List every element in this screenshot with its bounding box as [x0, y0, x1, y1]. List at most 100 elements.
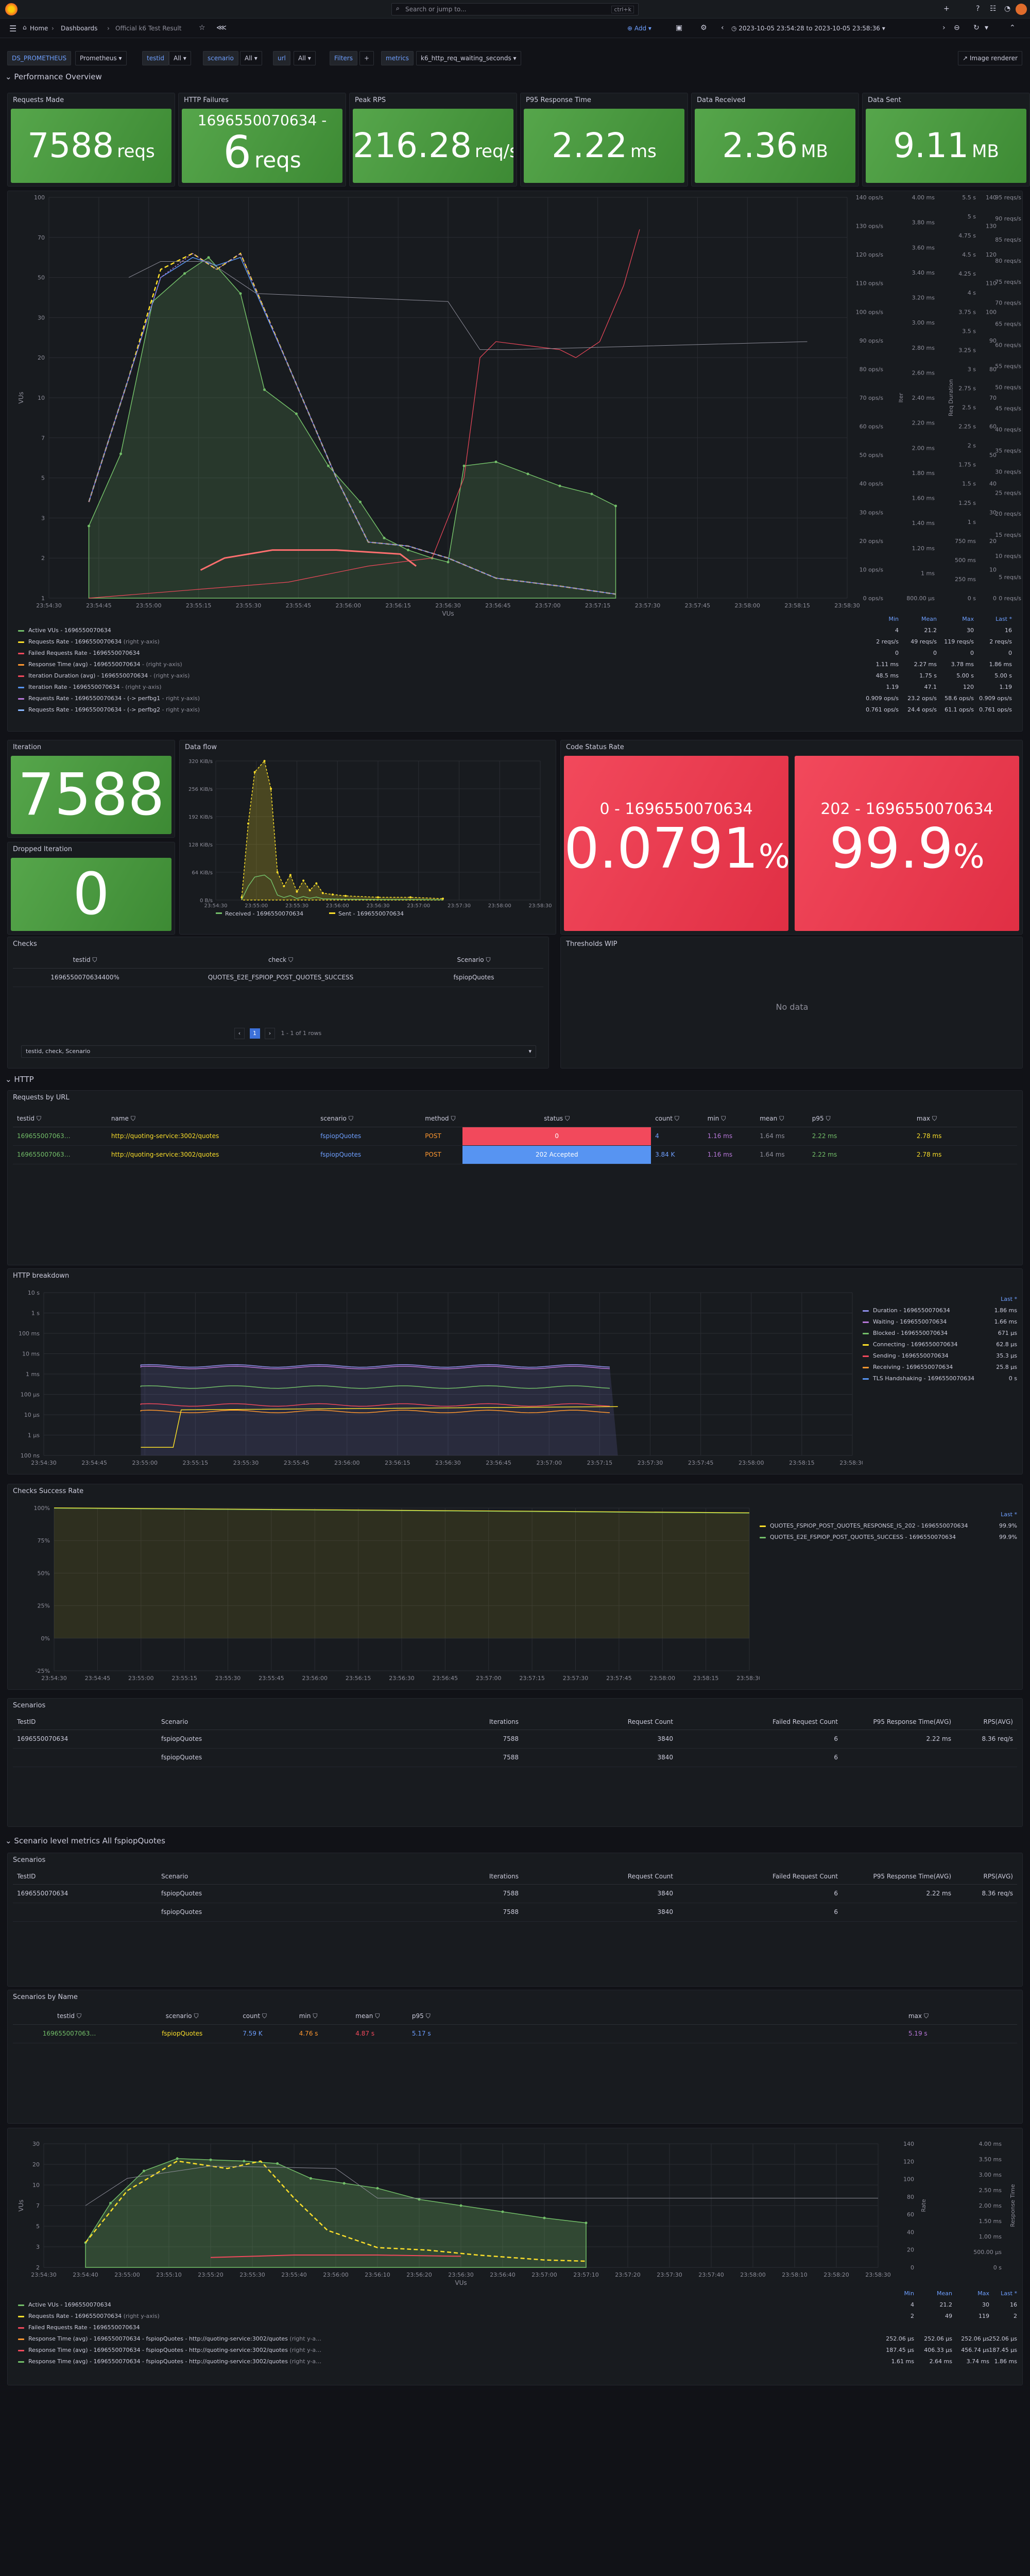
legend-column-header[interactable]: Min — [878, 614, 899, 625]
filter-icon[interactable]: ⛉ — [486, 956, 490, 963]
filter-icon[interactable]: ⛉ — [779, 1115, 784, 1122]
column-header[interactable]: Failed Request Count — [677, 1714, 842, 1730]
time-range-picker[interactable]: ◷ 2023-10-05 23:54:28 to 2023-10-05 23:5… — [731, 23, 885, 34]
column-header[interactable]: max ⛉ — [904, 2009, 1017, 2025]
prev-page-icon[interactable]: ‹ — [234, 1028, 245, 1039]
legend-item[interactable]: Requests Rate - 1696550070634 (right y-a… — [18, 636, 1017, 648]
legend-item[interactable]: Iteration Duration (avg) - 1696550070634… — [18, 670, 1017, 682]
legend-header[interactable]: Last * — [863, 1294, 1017, 1305]
legend-item[interactable]: Blocked - 1696550070634 671 µs — [863, 1328, 1017, 1339]
legend-item[interactable]: Response Time (avg) - 1696550070634 - (r… — [18, 659, 1017, 670]
filter-icon[interactable]: ⛉ — [77, 2012, 81, 2020]
legend-item[interactable]: Requests Rate - 1696550070634 - (-> perf… — [18, 704, 1017, 716]
filter-icon[interactable]: ⛉ — [375, 2012, 380, 2020]
scenario-select[interactable]: All ▾ — [240, 51, 262, 65]
column-header[interactable]: name ⛉ — [107, 1111, 317, 1127]
help-icon[interactable]: ? — [976, 5, 980, 13]
column-header[interactable]: scenario ⛉ — [126, 2009, 239, 2025]
gear-icon[interactable]: ⚙ — [700, 24, 707, 32]
add-button[interactable]: ⊕ Add ▾ — [623, 23, 656, 34]
column-header[interactable]: Iterations — [404, 1714, 523, 1730]
row-scenario-metrics[interactable]: ⌄ Scenario level metrics All fspiopQuote… — [5, 1836, 165, 1845]
grafana-logo[interactable] — [5, 3, 18, 15]
column-header[interactable]: p95 ⛉ — [407, 2009, 904, 2025]
filter-icon[interactable]: ⛉ — [826, 1115, 831, 1122]
filter-icon[interactable]: ⛉ — [131, 1115, 135, 1122]
legend-item[interactable]: Iteration Rate - 1696550070634 - (right … — [18, 682, 1017, 693]
news-icon[interactable]: ☷ — [990, 5, 997, 13]
legend-item[interactable]: Response Time (avg) - 1696550070634 - fs… — [18, 2333, 1017, 2345]
search-box[interactable]: ⌕ Search or jump to... ctrl+k — [391, 3, 639, 15]
filter-icon[interactable]: ⛉ — [92, 956, 97, 963]
legend-item[interactable]: Receiving - 1696550070634 25.8 µs — [863, 1362, 1017, 1373]
filter-icon[interactable]: ⛉ — [262, 2012, 267, 2020]
column-header[interactable]: status ⛉ — [462, 1111, 651, 1127]
legend-item[interactable]: Failed Requests Rate - 1696550070634 0 0 0 0 — [18, 648, 1017, 659]
column-header[interactable]: testid ⛉ — [13, 2009, 126, 2025]
filter-icon[interactable]: ⛉ — [721, 1115, 726, 1122]
column-header[interactable]: mean ⛉ — [756, 1111, 808, 1127]
filter-icon[interactable]: ⛉ — [426, 2012, 431, 2020]
legend-column-header[interactable]: Last * — [997, 2288, 1017, 2299]
table-cell[interactable]: 169655007063… — [13, 1127, 107, 1146]
column-header[interactable]: min ⛉ — [703, 1111, 756, 1127]
column-header[interactable]: testid ⛉ — [13, 1111, 107, 1127]
legend-item[interactable]: Connecting - 1696550070634 62.8 µs — [863, 1339, 1017, 1350]
menu-icon[interactable]: ☰ — [9, 24, 16, 33]
legend-item[interactable]: Requests Rate - 1696550070634 - (-> perf… — [18, 693, 1017, 704]
filter-icon[interactable]: ⛉ — [288, 956, 293, 963]
zoom-out-icon[interactable]: ⊖ — [954, 24, 960, 32]
save-icon[interactable]: ▣ — [676, 24, 682, 32]
filter-icon[interactable]: ⛉ — [194, 2012, 199, 2020]
column-header[interactable]: RPS(AVG) — [955, 1714, 1017, 1730]
filter-icon[interactable]: ⛉ — [313, 2012, 317, 2020]
legend-column-header[interactable]: Max — [953, 614, 974, 625]
refresh-icon[interactable]: ↻ — [973, 24, 980, 32]
breadcrumb-dashboards[interactable]: Dashboards — [61, 25, 97, 32]
time-forward-icon[interactable]: › — [942, 24, 946, 32]
next-page-icon[interactable]: › — [265, 1028, 275, 1039]
column-header[interactable]: method ⛉ — [421, 1111, 463, 1127]
column-header[interactable]: scenario ⛉ — [316, 1111, 421, 1127]
row-performance-overview[interactable]: ⌄ Performance Overview — [5, 72, 102, 81]
legend-column-header[interactable]: Last * — [991, 614, 1012, 625]
column-header[interactable]: Request Count — [523, 1869, 677, 1885]
legend-column-header[interactable]: Max — [969, 2288, 989, 2299]
table-cell[interactable]: 169655007063… — [13, 1145, 107, 1164]
column-header[interactable]: mean ⛉ — [351, 2009, 408, 2025]
column-header[interactable]: Iterations — [404, 1869, 523, 1885]
column-header[interactable]: RPS(AVG) — [955, 1869, 1017, 1885]
bell-icon[interactable]: ◔ — [1004, 5, 1010, 13]
testid-select[interactable]: All ▾ — [169, 51, 191, 65]
column-header[interactable]: Failed Request Count — [677, 1869, 842, 1885]
column-header[interactable]: TestID — [13, 1869, 157, 1885]
column-header[interactable]: Request Count — [523, 1714, 677, 1730]
legend-item[interactable]: Active VUs - 1696550070634 4 21.2 30 16 — [18, 2299, 1017, 2311]
filter-icon[interactable]: ⛉ — [932, 1115, 937, 1122]
filter-icon[interactable]: ⛉ — [451, 1115, 456, 1122]
legend-item[interactable]: Failed Requests Rate - 1696550070634 — [18, 2322, 1017, 2333]
metrics-select[interactable]: k6_http_req_waiting_seconds ▾ — [416, 51, 521, 65]
column-header[interactable]: min ⛉ — [295, 2009, 352, 2025]
legend-item[interactable]: Requests Rate - 1696550070634 (right y-a… — [18, 2311, 1017, 2322]
column-header[interactable]: Scenario — [157, 1869, 404, 1885]
legend-item[interactable]: Duration - 1696550070634 1.86 ms — [863, 1305, 1017, 1316]
legend-header[interactable]: Last * — [760, 1509, 1017, 1520]
legend-item[interactable]: Response Time (avg) - 1696550070634 - fs… — [18, 2356, 1017, 2367]
datasource-select[interactable]: Prometheus ▾ — [75, 51, 127, 65]
row-http[interactable]: ⌄ HTTP — [5, 1075, 34, 1084]
legend-item[interactable]: Response Time (avg) - 1696550070634 - fs… — [18, 2345, 1017, 2356]
column-header[interactable]: count ⛉ — [651, 1111, 703, 1127]
column-header[interactable]: count ⛉ — [238, 2009, 295, 2025]
add-filter-button[interactable]: + — [359, 51, 374, 65]
filter-icon[interactable]: ⛉ — [675, 1115, 679, 1122]
column-header[interactable]: P95 Response Time(AVG) — [842, 1869, 955, 1885]
legend-column-header[interactable]: Min — [894, 2288, 914, 2299]
legend-item[interactable]: TLS Handshaking - 1696550070634 0 s — [863, 1373, 1017, 1384]
plus-icon[interactable]: + — [943, 5, 950, 13]
legend-column-header[interactable]: Mean — [932, 2288, 952, 2299]
filter-icon[interactable]: ⛉ — [565, 1115, 570, 1122]
chevron-down-icon[interactable]: ▾ — [985, 24, 988, 32]
legend-item[interactable]: QUOTES_FSPIOP_POST_QUOTES_RESPONSE_IS_20… — [760, 1520, 1017, 1532]
share-icon[interactable]: ⋘ — [216, 24, 227, 32]
